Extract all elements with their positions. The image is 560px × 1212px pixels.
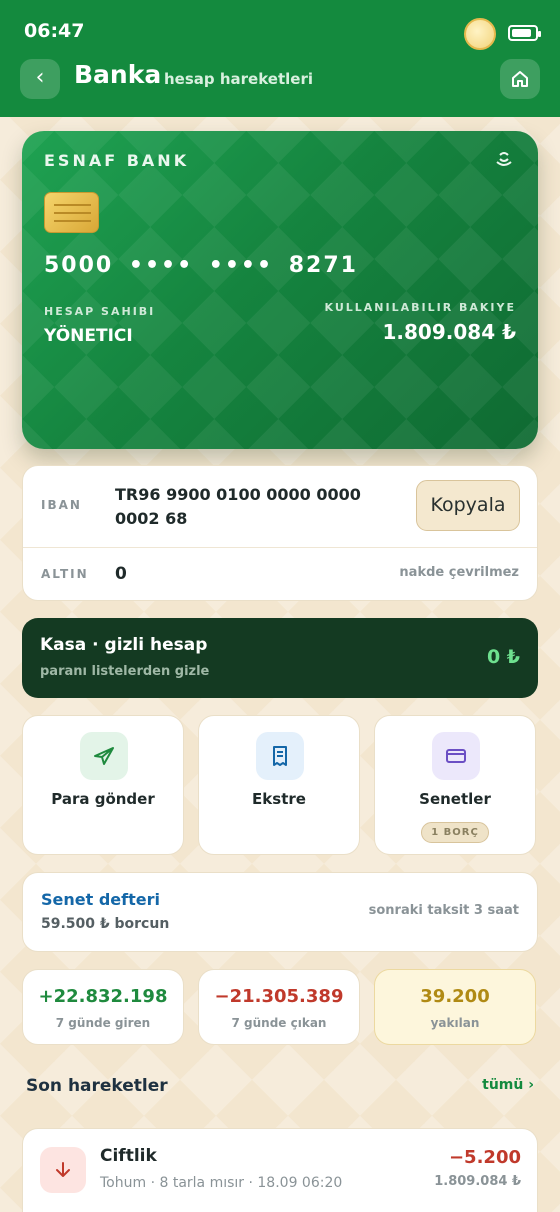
stat-burned-value: 39.200 [420,986,490,1007]
kasa-title: Kasa · gizli hesap [40,635,208,655]
iban-label: IBAN [41,498,82,512]
recent-title: Son hareketler [26,1076,168,1096]
stat-outgoing-label: 7 günde çıkan [231,1016,327,1030]
page-title: Banka [74,60,162,89]
statement-label: Ekstre [252,790,306,808]
kasa-subtitle: paranı listelerden gizle [40,664,210,679]
holder-name: YÖNETICI [44,326,133,346]
copy-iban-button[interactable]: Kopyala [416,480,520,531]
statement-button[interactable]: Ekstre [198,715,360,855]
card-chip [44,192,99,233]
notes-button[interactable]: Senetler 1 BORÇ [374,715,536,855]
transaction-item[interactable]: Ciftlik Tohum · 8 tarla mısır · 18.09 06… [22,1128,538,1212]
stat-incoming-value: +22.832.198 [38,986,168,1007]
stat-burned: 39.200 yakılan [374,969,536,1045]
stat-burned-label: yakılan [430,1016,480,1030]
gold-label: ALTIN [41,567,89,581]
card-icon [432,732,480,780]
balance-value: 1.809.084 ₺ [382,320,517,344]
divider [23,547,537,548]
kasa-hidden-account[interactable]: Kasa · gizli hesap paranı listelerden gi… [22,618,538,698]
kasa-value: 0 ₺ [486,646,520,668]
gold-value: 0 [115,564,127,584]
top-bar: 06:47 ‹ Banka hesap hareketleri [0,0,560,117]
see-all-link[interactable]: tümü › [482,1077,534,1093]
promissory-note-book[interactable]: Senet defteri 59.500 ₺ borcun sonraki ta… [22,872,538,952]
sun-icon [464,18,496,50]
send-icon [80,732,128,780]
holder-label: HESAP SAHIBI [44,305,156,318]
status-time: 06:47 [24,20,85,42]
arrow-down-icon [40,1147,86,1193]
home-button[interactable] [500,59,540,99]
balance-label: KULLANILABILIR BAKIYE [324,301,516,314]
send-money-button[interactable]: Para gönder [22,715,184,855]
receipt-icon [256,732,304,780]
stat-incoming-label: 7 günde giren [55,1016,151,1030]
stat-incoming: +22.832.198 7 günde giren [22,969,184,1045]
transaction-subtitle: Tohum · 8 tarla mısır · 18.09 06:20 [100,1175,343,1191]
debt-badge: 1 BORÇ [421,822,489,843]
home-icon [512,71,528,87]
bank-card: ESNAF BANK 5000 •••• •••• 8271 HESAP SAH… [22,131,538,449]
next-installment: sonraki taksit 3 saat [368,903,519,918]
notes-label: Senetler [419,790,491,808]
gold-note: nakde çevrilmez [399,565,519,580]
bank-name: ESNAF BANK [44,151,190,170]
page-subtitle: hesap hareketleri [164,70,314,88]
battery-icon [508,25,541,41]
senet-debt: 59.500 ₺ borcun [41,916,170,932]
transaction-amount: −5.200 [448,1147,521,1168]
back-button[interactable]: ‹ [20,59,60,99]
stat-outgoing: −21.305.389 7 günde çıkan [198,969,360,1045]
iban-value: TR96 9900 0100 0000 0000 0002 68 [115,485,361,528]
transaction-title: Ciftlik [100,1146,157,1166]
account-info: IBAN TR96 9900 0100 0000 0000 0002 68 Ko… [22,465,538,601]
senet-title: Senet defteri [41,890,160,909]
send-money-label: Para gönder [51,790,155,808]
contactless-icon [496,152,512,166]
stat-outgoing-value: −21.305.389 [214,986,344,1007]
transaction-balance: 1.809.084 ₺ [434,1174,521,1189]
card-number: 5000 •••• •••• 8271 [44,253,358,278]
